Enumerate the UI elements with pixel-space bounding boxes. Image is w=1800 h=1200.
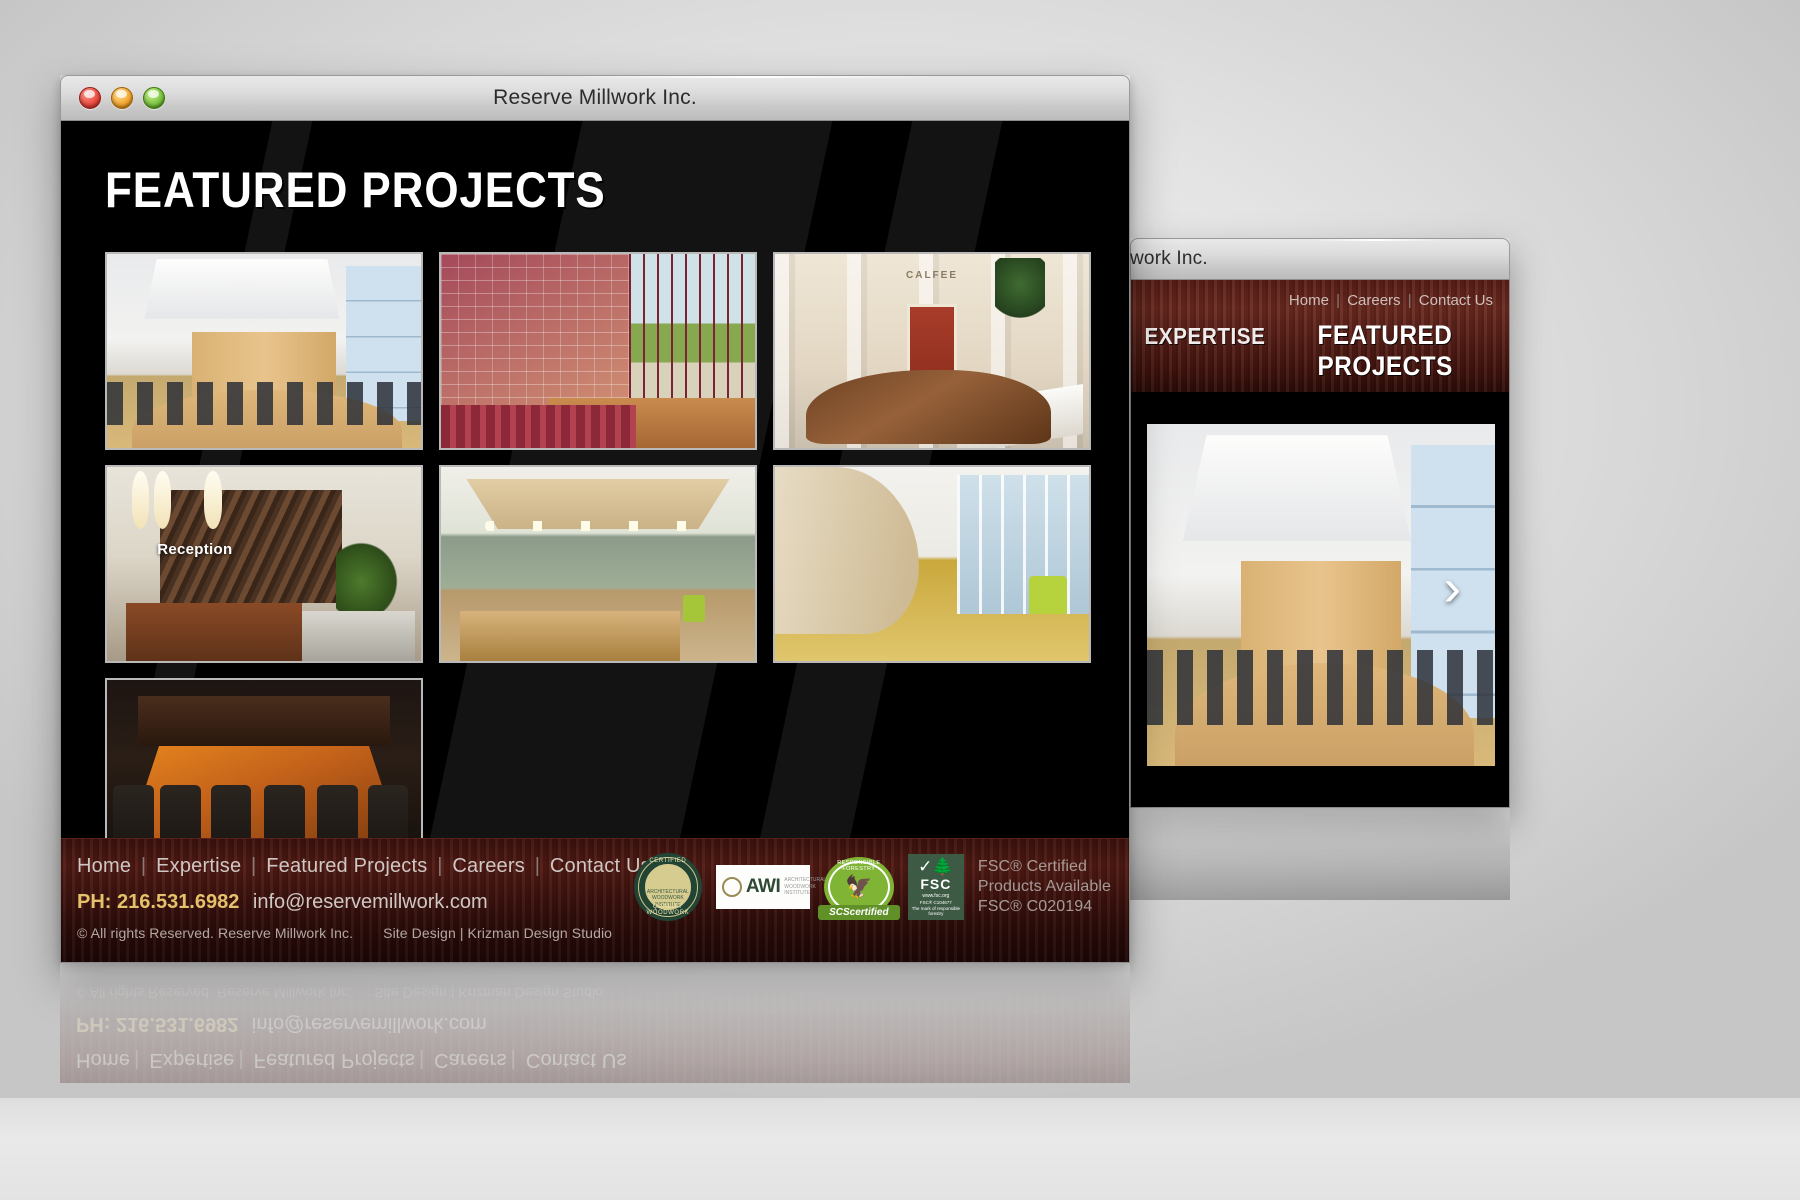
awi-acronym: AWI — [745, 876, 781, 897]
site-header-bar: Home | Careers | Contact Us EXPERTISE FE… — [1131, 280, 1509, 392]
reflection-fade — [1130, 808, 1510, 900]
reflected-copyright: © All rights Reserved. Reserve Millwork … — [76, 985, 604, 1001]
project-thumb-curved-corridor[interactable] — [773, 465, 1091, 663]
project-thumb-office-reception-green[interactable] — [439, 465, 757, 663]
footer-nav[interactable]: Home | Expertise | Featured Projects | C… — [77, 855, 651, 878]
main-window-reflection: Home | Expertise | Featured Projects | Care… — [60, 963, 1130, 1083]
fsc-code: FSC® C104677 — [919, 900, 952, 905]
back-menu-expertise[interactable]: EXPERTISE — [1144, 323, 1265, 350]
back-browser-window[interactable]: work Inc. Home | Careers | Contact Us EX… — [1130, 238, 1510, 808]
fsc-certification-text: FSC® Certified Products Available FSC® C… — [978, 857, 1111, 917]
seal-top-text: CERTIFIED — [649, 858, 687, 864]
thumb-scene — [107, 254, 421, 448]
back-top-nav[interactable]: Home | Careers | Contact Us — [1289, 292, 1493, 309]
back-main-menu[interactable]: EXPERTISE FEATURED PROJECTS — [1131, 320, 1493, 382]
fsc-tree-checkmark-icon: ✓🌲 — [918, 857, 954, 876]
gallery-row: CALFEE — [105, 252, 1093, 450]
fsc-url: www.fsc.org — [922, 893, 950, 899]
back-nav-careers[interactable]: Careers — [1347, 292, 1400, 309]
back-window-reflection — [1130, 808, 1510, 900]
nav-separator: | — [1336, 292, 1341, 309]
thumb-scene — [441, 254, 755, 448]
gallery-row: Reception — [105, 465, 1093, 663]
awi-globe-icon — [721, 877, 742, 897]
nav-separator: | — [1407, 292, 1412, 309]
thumb-scene — [775, 467, 1089, 661]
scs-arc-text: RESPONSIBLE FORESTRY — [837, 860, 881, 872]
project-thumb-auditorium-wood-grid-wall[interactable] — [439, 252, 757, 450]
hero-image-boardroom[interactable]: › — [1147, 424, 1495, 766]
reflected-contact-line: PH: 216.531.6982 info@reservemillwork.co… — [76, 1013, 487, 1035]
footer-nav-home[interactable]: Home — [77, 855, 131, 877]
nav-separator: | — [437, 855, 443, 877]
ceiling — [1182, 435, 1411, 542]
project-thumb-calfee-lobby[interactable]: CALFEE — [773, 252, 1091, 450]
project-thumb-reception[interactable]: Reception — [105, 465, 423, 663]
reflective-floor — [0, 1098, 1800, 1200]
reflected-footer: Home | Expertise | Featured Projects | Care… — [60, 963, 1130, 1083]
copyright-text: © All rights Reserved. Reserve Millwork … — [77, 925, 354, 941]
main-window-content: FEATURED PROJECTS CALFEE Reception Home … — [60, 121, 1130, 963]
phone-number[interactable]: 216.531.6982 — [117, 891, 239, 913]
fsc-tagline: The mark of responsible forestry — [911, 906, 960, 916]
back-window-title: work Inc. — [1130, 248, 1208, 269]
main-window-titlebar[interactable]: Reserve Millwork Inc. — [60, 75, 1130, 121]
badge-awi-logo: AWI ARCHITECTURAL WOODWORK INSTITUTE — [715, 865, 826, 909]
nav-separator: | — [140, 855, 147, 877]
badge-awi-quality-seal: CERTIFIED ARCHITECTURAL WOODWORK INSTITU… — [633, 853, 702, 921]
thumb-caption-calfee: CALFEE — [906, 269, 958, 281]
seal-bottom-text: QUALITY WOODWORK — [646, 904, 690, 916]
reflection-fade — [60, 963, 1130, 1083]
email-address[interactable]: info@reservemillwork.com — [245, 891, 488, 913]
page-title: FEATURED PROJECTS — [105, 162, 606, 218]
chairs — [1147, 649, 1495, 725]
main-window-title: Reserve Millwork Inc. — [493, 86, 697, 109]
footer-copyright-line: © All rights Reserved. Reserve Millwork … — [77, 925, 612, 941]
back-nav-home[interactable]: Home — [1289, 292, 1329, 309]
desktop-background: work Inc. Home | Careers | Contact Us EX… — [0, 0, 1800, 1200]
thumb-scene — [107, 467, 421, 661]
thumb-caption-reception: Reception — [157, 540, 233, 558]
nav-separator: | — [534, 855, 541, 877]
back-window-content: Home | Careers | Contact Us EXPERTISE FE… — [1130, 280, 1510, 808]
fsc-text-line2: Products Available — [977, 877, 1111, 895]
awi-sub3: INSTITUTE — [784, 890, 811, 897]
nav-separator: | — [251, 855, 257, 877]
back-nav-contact-us[interactable]: Contact Us — [1419, 292, 1493, 309]
site-design-credit[interactable]: Site Design | Krizman Design Studio — [383, 925, 612, 941]
fsc-text-line3: FSC® C020194 — [977, 898, 1093, 916]
reflected-footer-nav: Home | Expertise | Featured Projects | Care… — [76, 1049, 627, 1071]
badge-scs-certified: RESPONSIBLE FORESTRY 🦅 SCScertified — [817, 857, 900, 920]
thumb-scene — [441, 467, 755, 661]
scs-ribbon-text: SCScertified — [817, 905, 900, 920]
back-window-titlebar[interactable]: work Inc. — [1130, 238, 1510, 280]
site-footer: Home | Expertise | Featured Projects | C… — [61, 838, 1129, 962]
awi-sub1: ARCHITECTURAL — [784, 877, 827, 884]
certification-badges: CERTIFIED ARCHITECTURAL WOODWORK INSTITU… — [633, 853, 1111, 921]
titlebar-glint — [1312, 239, 1441, 241]
project-gallery-grid: CALFEE Reception — [105, 252, 1093, 891]
main-browser-window[interactable]: Reserve Millwork Inc. FEATURED PROJECTS — [60, 75, 1130, 963]
badge-fsc-mark: ✓🌲 FSC www.fsc.org FSC® C104677 The mark… — [907, 854, 964, 920]
titlebar-glint — [573, 76, 937, 78]
next-slide-arrow-icon[interactable]: › — [1444, 562, 1461, 614]
fsc-text-line1: FSC® Certified — [977, 857, 1088, 875]
footer-nav-featured-projects[interactable]: Featured Projects — [266, 855, 427, 877]
thumb-scene — [775, 254, 1089, 448]
footer-nav-careers[interactable]: Careers — [452, 855, 525, 877]
project-thumb-boardroom-light-wood[interactable] — [105, 252, 423, 450]
footer-contact-line: PH: 216.531.6982 info@reservemillwork.co… — [77, 891, 488, 914]
footer-nav-expertise[interactable]: Expertise — [156, 855, 241, 877]
fsc-acronym: FSC — [920, 876, 952, 892]
back-menu-featured-projects[interactable]: FEATURED PROJECTS — [1317, 320, 1493, 382]
phone-label: PH: — [77, 891, 112, 913]
